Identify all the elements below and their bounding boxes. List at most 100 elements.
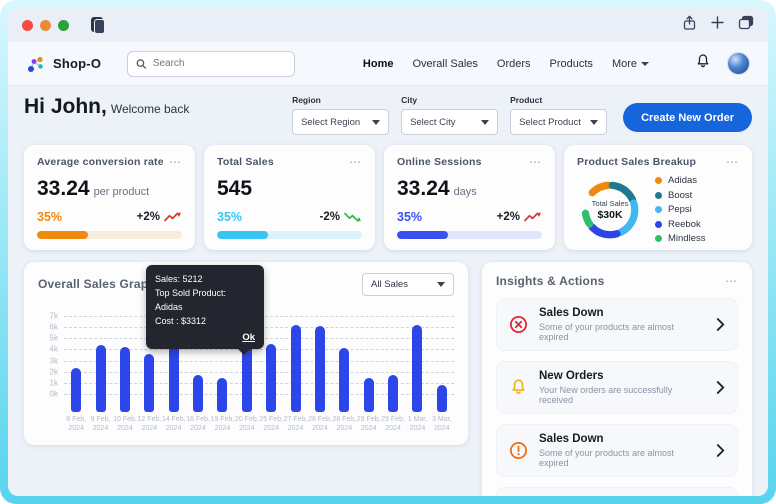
legend-dot-icon [655, 177, 662, 184]
stat-value: 33.24 per product [37, 177, 150, 200]
sales-bar-9-feb[interactable] [95, 344, 106, 412]
sales-bar-1-mar[interactable] [412, 324, 423, 412]
sales-bar-10-feb[interactable] [119, 347, 130, 412]
bar-column [283, 316, 307, 412]
bar-column [113, 316, 137, 412]
y-axis-tick: 7k [49, 311, 58, 321]
nav-item-orders[interactable]: Orders [497, 58, 531, 70]
insight-item-new-orders[interactable]: New Orders Your New orders are successfu… [496, 487, 738, 496]
legend-item-adidas: Adidas [655, 175, 706, 186]
product-sales-breakup-card: Product Sales Breakup ⋯ Total Sales $30K [564, 145, 752, 250]
stat-value: 545 [217, 177, 253, 200]
filter-value: Select Region [301, 116, 361, 128]
tooltip-ok-button[interactable]: Ok [155, 332, 255, 343]
legend-item-reebok: Reebok [655, 219, 706, 230]
filter-label: City [401, 95, 418, 105]
insights-menu-icon[interactable]: ⋯ [725, 275, 738, 287]
sales-bar-25-feb[interactable] [266, 343, 277, 412]
x-axis-label: 28 Feb, 2024 [332, 416, 357, 432]
legend-dot-icon [655, 220, 662, 228]
insight-item-sales-down[interactable]: Sales Down Some of your products are alm… [496, 424, 738, 477]
greeting: Hi John, Welcome back [24, 95, 189, 119]
sales-filter-value: All Sales [371, 278, 408, 290]
circle-alert-icon [510, 442, 527, 459]
nav-item-more[interactable]: More [612, 58, 649, 70]
chevron-down-icon [641, 61, 649, 66]
window-frame: Shop-O Home Overall Sales Orders Products Mo… [0, 0, 776, 504]
sales-bar-28-feb[interactable] [314, 326, 325, 412]
x-axis-label: 9 Feb, 2024 [90, 416, 111, 432]
sales-bar-12-feb[interactable] [144, 353, 155, 412]
zoom-window-button[interactable] [58, 19, 69, 31]
breakup-menu-icon[interactable]: ⋯ [726, 156, 739, 168]
trend-up-icon [164, 212, 181, 222]
filter-value: Select Product [519, 116, 581, 128]
sales-bar-3-mar[interactable] [436, 385, 447, 412]
filter-select-city[interactable]: Select City [401, 109, 499, 135]
stat-progress-track [37, 231, 182, 239]
circle-x-icon [510, 316, 527, 333]
bar-column [64, 316, 88, 412]
trend-down-icon [344, 212, 361, 222]
traffic-lights [22, 19, 69, 31]
greeting-title: Hi John, [24, 95, 107, 118]
close-window-button[interactable] [22, 19, 33, 31]
stat-title: Online Sessions [397, 156, 482, 168]
sales-bar-29-feb[interactable] [363, 378, 374, 412]
minimize-window-button[interactable] [40, 19, 51, 31]
app-header: Shop-O Home Overall Sales Orders Products Mo… [8, 42, 768, 86]
brand[interactable]: Shop-O [26, 54, 101, 74]
pages-icon[interactable] [91, 16, 106, 34]
nav-item-overall-sales[interactable]: Overall Sales [412, 58, 477, 70]
x-axis-label: 25 Feb, 2024 [259, 416, 284, 432]
nav-item-home[interactable]: Home [363, 58, 394, 70]
legend-dot-icon [655, 191, 662, 199]
y-axis-tick: 4k [49, 344, 58, 354]
new-tab-icon[interactable] [711, 16, 724, 34]
x-axis-label: 18 Feb, 2024 [186, 416, 210, 432]
tabs-icon[interactable] [738, 15, 754, 35]
user-avatar[interactable] [727, 52, 750, 75]
stat-menu-icon[interactable]: ⋯ [169, 156, 182, 168]
x-axis-label: 3 Mar, 2024 [432, 416, 452, 432]
stat-trend: +2% [137, 211, 182, 223]
stat-progress-fill [37, 231, 88, 239]
stat-menu-icon[interactable]: ⋯ [349, 156, 362, 168]
stat-percent: 35% [37, 210, 63, 224]
main-nav: Home Overall Sales Orders Products More [363, 58, 649, 70]
search-box[interactable] [127, 50, 296, 77]
chevron-right-icon [716, 318, 725, 331]
stat-progress-track [217, 231, 362, 239]
stat-trend: -2% [320, 211, 362, 223]
y-axis-tick: 6k [49, 322, 58, 332]
sales-bar-19-feb[interactable] [217, 378, 228, 412]
stat-menu-icon[interactable]: ⋯ [529, 156, 542, 168]
filter-city: City Select City [401, 95, 499, 135]
sales-bar-28-feb[interactable] [339, 348, 350, 412]
sales-bar-8-feb[interactable] [71, 368, 82, 412]
search-input[interactable] [152, 58, 287, 69]
notifications-bell-icon[interactable] [695, 53, 711, 75]
filter-select-region[interactable]: Select Region [292, 109, 390, 135]
sales-bar-18-feb[interactable] [193, 375, 204, 412]
sales-bar-27-feb[interactable] [290, 324, 301, 412]
nav-item-products[interactable]: Products [550, 58, 593, 70]
sales-bar-14-feb[interactable] [168, 340, 179, 412]
x-axis-label: 28 Feb, 2024 [308, 416, 332, 432]
filter-value: Select City [410, 116, 456, 128]
sales-bar-29-feb[interactable] [388, 375, 399, 412]
tooltip-sales: Sales: 5212 [155, 274, 203, 284]
legend-dot-icon [655, 235, 662, 242]
bar-column [357, 316, 381, 412]
tooltip-cost: Cost : $3312 [155, 315, 207, 326]
sales-filter-select[interactable]: All Sales [362, 272, 454, 296]
create-new-order-button[interactable]: Create New Order [623, 103, 752, 132]
stat-cards-row: Average conversion rate ⋯ 33.24 per produ… [24, 145, 752, 250]
breakup-title: Product Sales Breakup [577, 156, 697, 168]
insights-actions-card: Insights & Actions ⋯ Sales Down Some of … [482, 262, 752, 496]
insight-item-new-orders[interactable]: New Orders Your New orders are successfu… [496, 361, 738, 414]
filter-select-product[interactable]: Select Product [510, 109, 608, 135]
insight-item-sales-down[interactable]: Sales Down Some of your products are alm… [496, 298, 738, 351]
product-sales-donut-chart: Total Sales $30K [577, 177, 643, 243]
share-icon[interactable] [682, 14, 697, 36]
